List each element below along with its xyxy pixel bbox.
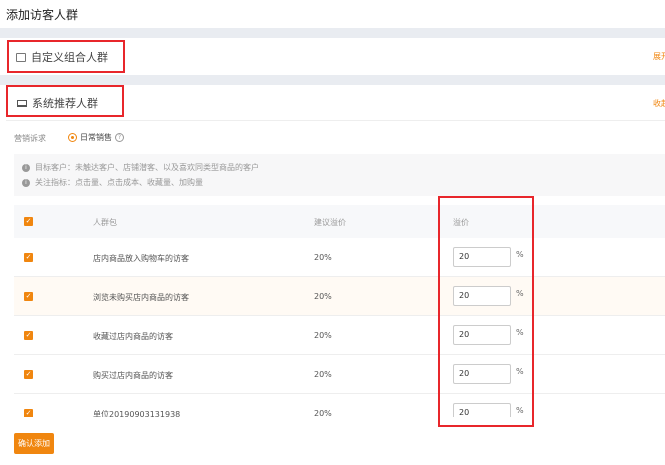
table-row: ✓ 收藏过店内商品的访客 20% 20 % [14, 316, 665, 355]
divider [0, 75, 665, 85]
row-suggested: 20% [314, 370, 332, 379]
table-row: ✓ 单位20190903131938 20% 20 % [14, 394, 665, 417]
marketing-label: 营销诉求 [14, 134, 46, 143]
row-suggested: 20% [314, 331, 332, 340]
divider [6, 120, 665, 121]
select-all-checkbox[interactable]: ✓ [24, 217, 33, 226]
info-icon: i [22, 178, 30, 187]
header-suggested: 建议溢价 [314, 218, 346, 227]
highlight-box [6, 85, 124, 117]
info-icon: i [22, 163, 30, 172]
table-row: ✓ 浏览未购买店内商品的访客 20% 20 % [14, 277, 665, 316]
row-checkbox[interactable]: ✓ [24, 253, 33, 262]
row-suggested: 20% [314, 409, 332, 417]
header-name: 人群包 [93, 218, 117, 227]
radio-icon[interactable] [68, 133, 77, 142]
row-checkbox[interactable]: ✓ [24, 409, 33, 417]
help-icon[interactable]: ? [115, 133, 124, 142]
target-info: 目标客户：未触达客户、店铺潜客、以及喜欢同类型商品的客户 [35, 163, 259, 172]
highlight-box [7, 40, 125, 73]
row-name: 浏览未购买店内商品的访客 [93, 293, 189, 302]
row-suggested: 20% [314, 253, 332, 262]
metrics-info: 关注指标：点击量、点击成本、收藏量、加购量 [35, 178, 203, 187]
row-name: 收藏过店内商品的访客 [93, 332, 173, 341]
confirm-add-button[interactable]: 确认添加 [14, 433, 54, 454]
table-row: ✓ 购买过店内商品的访客 20% 20 % [14, 355, 665, 394]
radio-label: 日常销售 [80, 133, 112, 142]
row-name: 单位20190903131938 [93, 410, 181, 417]
table-header: ✓ 人群包 建议溢价 溢价 [14, 205, 665, 238]
page-title: 添加访客人群 [6, 8, 79, 22]
row-checkbox[interactable]: ✓ [24, 292, 33, 301]
divider [0, 28, 665, 38]
row-suggested: 20% [314, 292, 332, 301]
table-row: ✓ 店内商品放入购物车的访客 20% 20 % [14, 238, 665, 277]
row-checkbox[interactable]: ✓ [24, 370, 33, 379]
row-checkbox[interactable]: ✓ [24, 331, 33, 340]
info-box: i 目标客户：未触达客户、店铺潜客、以及喜欢同类型商品的客户 i 关注指标：点击… [14, 154, 665, 196]
collapse-link[interactable]: 收起 [653, 98, 665, 109]
audience-table: ✓ 人群包 建议溢价 溢价 ✓ 店内商品放入购物车的访客 20% 20 % ✓ 浏… [14, 205, 665, 417]
highlight-box [438, 196, 534, 427]
expand-link[interactable]: 展开 [653, 51, 665, 62]
row-name: 购买过店内商品的访客 [93, 371, 173, 380]
row-name: 店内商品放入购物车的访客 [93, 254, 189, 263]
radio-daily-sales[interactable]: 日常销售 ? [68, 132, 124, 143]
